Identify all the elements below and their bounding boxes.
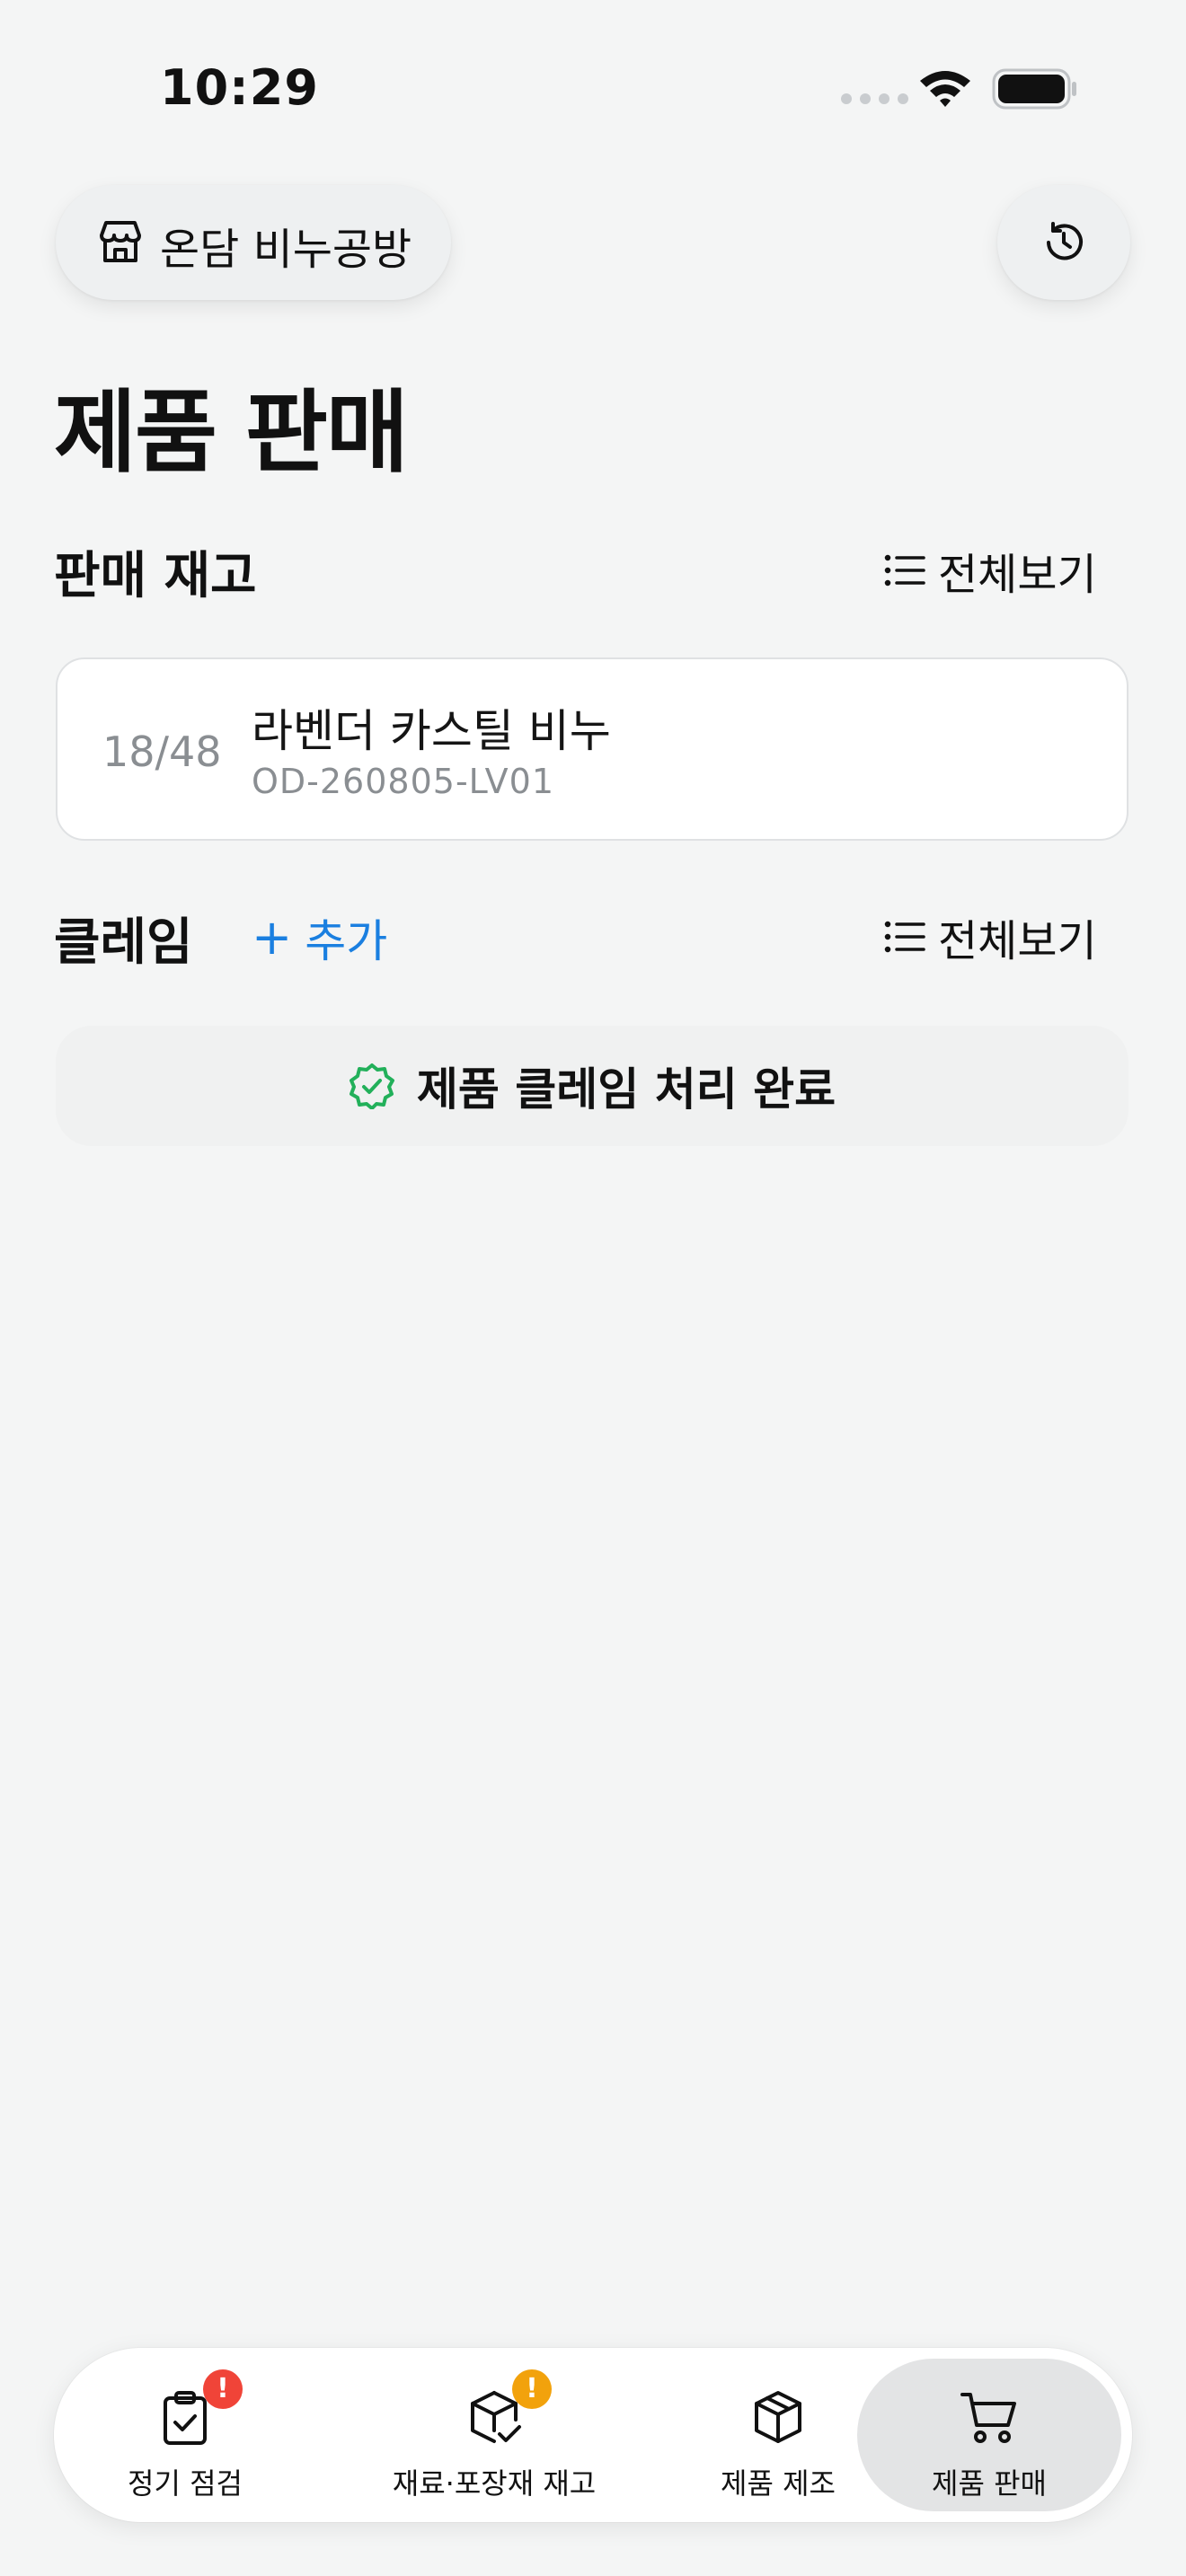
inventory-view-all-button[interactable]: 전체보기 <box>884 539 1097 602</box>
page-title: 제품 판매 <box>54 380 409 485</box>
cellular-signal-icon <box>841 93 908 104</box>
tab-product-manufacturing[interactable]: 제품 제조 <box>674 2359 882 2511</box>
claim-status-banner: 제품 클레임 처리 완료 <box>56 1026 1128 1146</box>
list-icon <box>884 554 925 587</box>
view-all-label: 전체보기 <box>938 916 1097 966</box>
clipboard-check-icon <box>164 2391 207 2445</box>
product-name: 라벤더 카스틸 비누 <box>252 705 611 757</box>
tab-label: 재료·포장재 재고 <box>392 2466 597 2501</box>
list-icon <box>884 921 925 953</box>
store-name: 온담 비누공방 <box>160 225 412 275</box>
history-button[interactable] <box>997 185 1130 300</box>
plus-icon: + <box>252 909 293 966</box>
bottom-tab-bar: ! 정기 점검 ! 재료·포장재 재고 제품 제조 제품 판매 <box>54 2348 1132 2522</box>
tab-product-sales[interactable]: 제품 판매 <box>857 2359 1121 2511</box>
store-selector-button[interactable]: 온담 비누공방 <box>56 185 451 300</box>
tab-materials-inventory[interactable]: ! 재료·포장재 재고 <box>332 2359 656 2511</box>
add-claim-label: 추가 <box>305 915 388 967</box>
history-icon <box>1047 222 1083 260</box>
tab-label: 제품 판매 <box>932 2466 1047 2501</box>
verified-check-icon <box>349 1063 394 1109</box>
inventory-count: 18/48 <box>102 728 222 776</box>
alert-badge: ! <box>203 2369 243 2409</box>
product-code: OD-260805-LV01 <box>252 762 554 801</box>
shopping-cart-icon <box>960 2393 1016 2443</box>
wifi-icon <box>920 71 970 107</box>
view-all-label: 전체보기 <box>938 550 1097 600</box>
claim-section-title: 클레임 <box>54 913 193 972</box>
claim-status-text: 제품 클레임 처리 완료 <box>416 1063 836 1116</box>
warning-badge: ! <box>512 2369 552 2409</box>
store-icon <box>100 221 141 262</box>
package-icon <box>755 2391 801 2443</box>
inventory-section-title: 판매 재고 <box>54 547 257 605</box>
battery-icon <box>992 68 1076 110</box>
claim-view-all-button[interactable]: 전체보기 <box>884 905 1097 968</box>
status-bar: 10:29 <box>0 0 1186 171</box>
tab-regular-inspection[interactable]: ! 정기 점검 <box>81 2359 289 2511</box>
inventory-item-card[interactable]: 18/48 라벤더 카스틸 비누 OD-260805-LV01 <box>56 657 1128 841</box>
status-time: 10:29 <box>160 59 319 116</box>
add-claim-button[interactable]: + 추가 <box>252 905 387 970</box>
tab-label: 제품 제조 <box>721 2466 836 2501</box>
tab-label: 정기 점검 <box>128 2466 243 2501</box>
